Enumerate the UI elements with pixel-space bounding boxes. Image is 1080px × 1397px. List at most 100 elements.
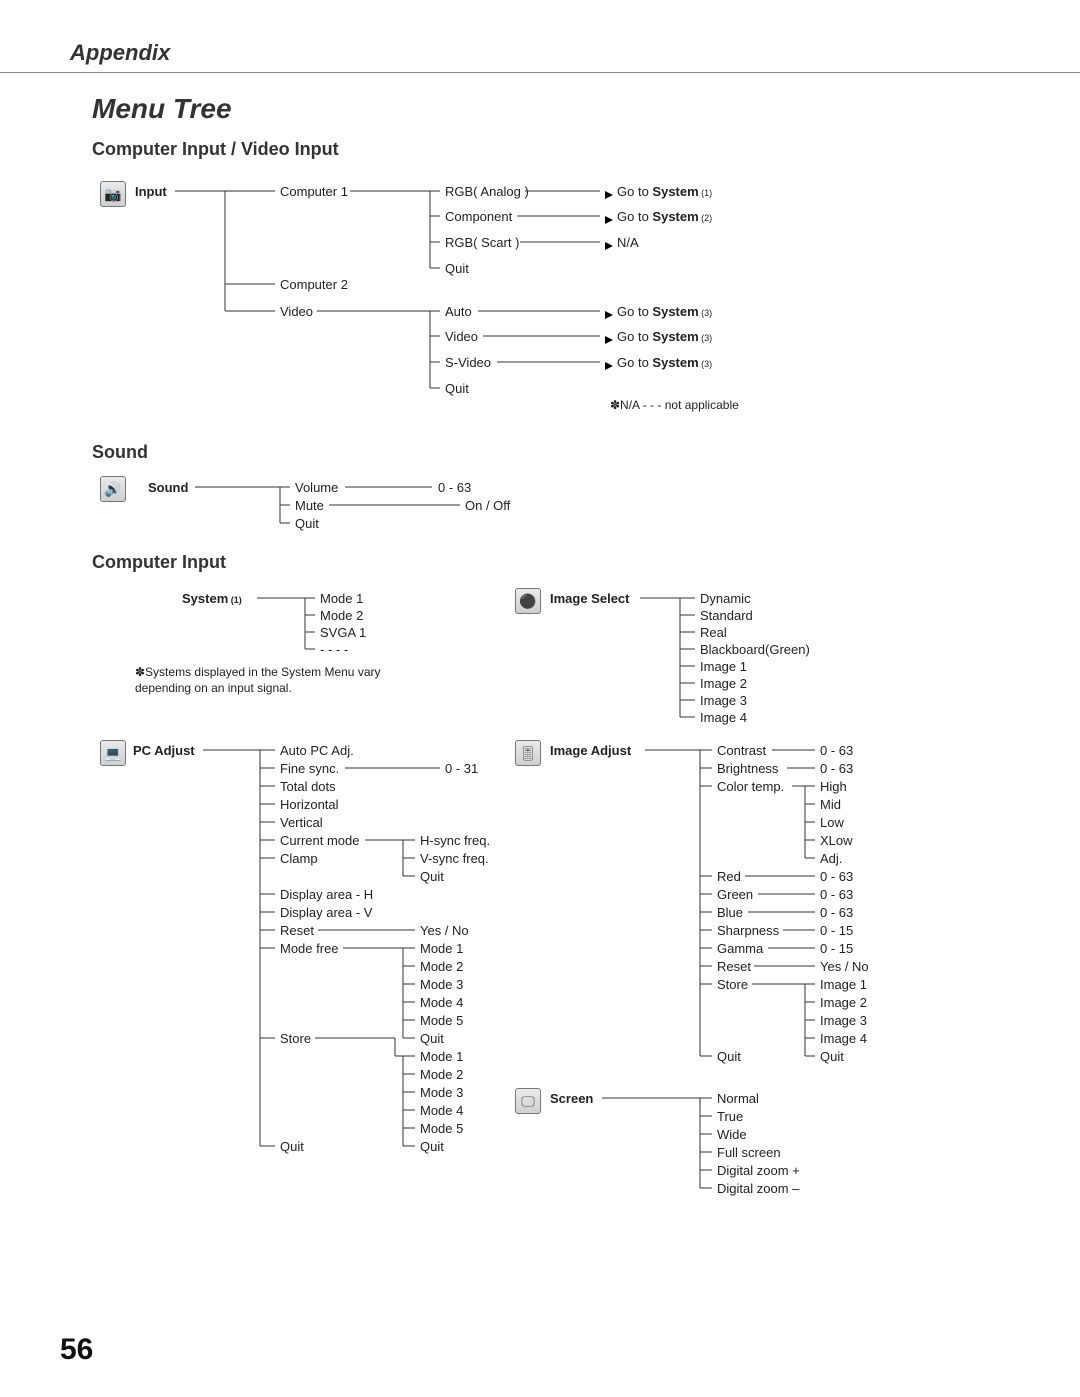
pc-m5: Mode 5 (420, 1013, 463, 1028)
pc-clamp: Clamp (280, 851, 318, 866)
screen-wide: Wide (717, 1127, 747, 1142)
pc-finesync-range: 0 - 31 (445, 761, 478, 776)
ia-squit: Quit (820, 1049, 844, 1064)
input-computer1: Computer 1 (280, 184, 348, 199)
ia-reset: Reset (717, 959, 751, 974)
ia-reset-r: Yes / No (820, 959, 869, 974)
is-dynamic: Dynamic (700, 591, 751, 606)
na-footnote: ✽N/A - - - not applicable (610, 398, 739, 412)
image-adjust-label: Image Adjust (550, 743, 631, 758)
system-note: ✽Systems displayed in the System Menu va… (135, 665, 395, 696)
is-standard: Standard (700, 608, 753, 623)
header-divider (0, 72, 1080, 73)
pc-vertical: Vertical (280, 815, 323, 830)
pc-quit: Quit (280, 1139, 304, 1154)
system-svga1: SVGA 1 (320, 625, 366, 640)
arrow-icon (605, 332, 615, 347)
arrow-icon (605, 307, 615, 322)
ia-contrast: Contrast (717, 743, 766, 758)
input-svideo: S-Video (445, 355, 491, 370)
sound-mute: Mute (295, 498, 324, 513)
ia-brightness-r: 0 - 63 (820, 761, 853, 776)
is-img1: Image 1 (700, 659, 747, 674)
ia-low: Low (820, 815, 844, 830)
pc-sm4: Mode 4 (420, 1103, 463, 1118)
screen-dzm: Digital zoom – (717, 1181, 799, 1196)
tree-lines-sound (0, 0, 1080, 560)
input-quit1: Quit (445, 261, 469, 276)
ia-xlow: XLow (820, 833, 853, 848)
screen-full: Full screen (717, 1145, 781, 1160)
screen-normal: Normal (717, 1091, 759, 1106)
pc-m3: Mode 3 (420, 977, 463, 992)
goto-system-3a: Go to System (3) (617, 304, 712, 319)
pc-reset: Reset (280, 923, 314, 938)
ia-contrast-r: 0 - 63 (820, 743, 853, 758)
ia-blue-r: 0 - 63 (820, 905, 853, 920)
pc-m4: Mode 4 (420, 995, 463, 1010)
pc-sm2: Mode 2 (420, 1067, 463, 1082)
pc-quit-c: Quit (420, 869, 444, 884)
ia-simg4: Image 4 (820, 1031, 867, 1046)
system-dashes: - - - - (320, 642, 348, 657)
appendix-header: Appendix (70, 40, 1010, 66)
pc-qm: Quit (420, 1031, 444, 1046)
pc-vsync: V-sync freq. (420, 851, 489, 866)
pc-totaldots: Total dots (280, 779, 336, 794)
screen-icon: 🖵 (515, 1088, 541, 1114)
ia-adj: Adj. (820, 851, 842, 866)
arrow-icon (605, 212, 615, 227)
ia-sharpness: Sharpness (717, 923, 779, 938)
arrow-icon (605, 238, 615, 253)
input-icon: 📷 (100, 181, 126, 207)
pc-sm3: Mode 3 (420, 1085, 463, 1100)
screen-dzp: Digital zoom + (717, 1163, 800, 1178)
input-rgb-scart: RGB( Scart ) (445, 235, 519, 250)
pc-autopc: Auto PC Adj. (280, 743, 354, 758)
ia-simg2: Image 2 (820, 995, 867, 1010)
ia-high: High (820, 779, 847, 794)
is-real: Real (700, 625, 727, 640)
system-mode1: Mode 1 (320, 591, 363, 606)
section-sound: Sound (92, 442, 148, 463)
image-select-label: Image Select (550, 591, 630, 606)
screen-true: True (717, 1109, 743, 1124)
pc-yesno: Yes / No (420, 923, 469, 938)
ia-quit: Quit (717, 1049, 741, 1064)
image-select-icon: ⚫ (515, 588, 541, 614)
pc-hsync: H-sync freq. (420, 833, 490, 848)
pc-sm1: Mode 1 (420, 1049, 463, 1064)
pc-store: Store (280, 1031, 311, 1046)
ia-green-r: 0 - 63 (820, 887, 853, 902)
arrow-icon (605, 187, 615, 202)
input-quit2: Quit (445, 381, 469, 396)
sound-quit: Quit (295, 516, 319, 531)
pc-modefree: Mode free (280, 941, 339, 956)
ia-brightness: Brightness (717, 761, 778, 776)
pc-display-v: Display area - V (280, 905, 372, 920)
tree-lines-imageadjust (0, 0, 1080, 1100)
image-adjust-icon: 🎚 (515, 740, 541, 766)
pc-m1: Mode 1 (420, 941, 463, 956)
arrow-icon (605, 358, 615, 373)
pc-adjust-icon: 💻 (100, 740, 126, 766)
ia-simg3: Image 3 (820, 1013, 867, 1028)
sound-mute-val: On / Off (465, 498, 510, 513)
input-video: Video (280, 304, 313, 319)
sound-volume: Volume (295, 480, 338, 495)
is-img4: Image 4 (700, 710, 747, 725)
input-computer2: Computer 2 (280, 277, 348, 292)
pc-finesync: Fine sync. (280, 761, 339, 776)
ia-gamma: Gamma (717, 941, 763, 956)
ia-mid: Mid (820, 797, 841, 812)
pc-display-h: Display area - H (280, 887, 373, 902)
ia-sharpness-r: 0 - 15 (820, 923, 853, 938)
input-auto: Auto (445, 304, 472, 319)
input-video2: Video (445, 329, 478, 344)
screen-label: Screen (550, 1091, 593, 1106)
input-label: Input (135, 184, 167, 199)
ia-simg1: Image 1 (820, 977, 867, 992)
sound-icon: 🔊 (100, 476, 126, 502)
ia-green: Green (717, 887, 753, 902)
input-component: Component (445, 209, 512, 224)
